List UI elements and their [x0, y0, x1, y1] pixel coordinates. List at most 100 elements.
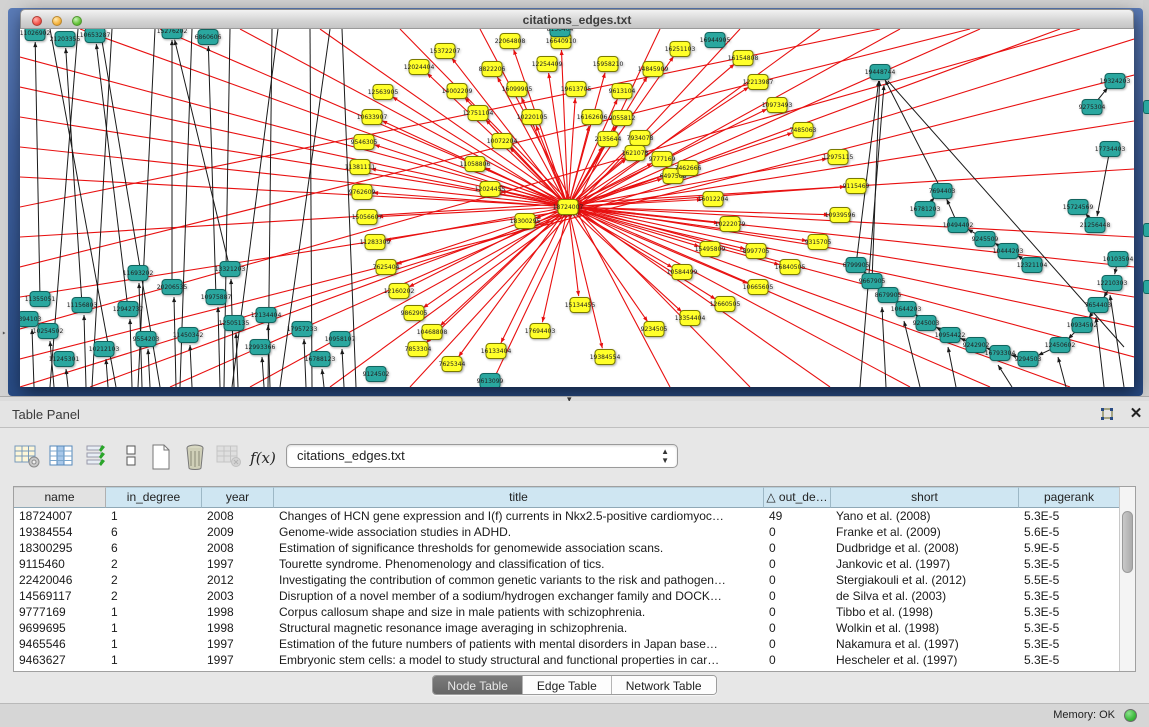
network-view-window[interactable]: citations_edges.txt 18724007125639051063…	[20, 9, 1134, 387]
delete-column-icon[interactable]	[214, 442, 244, 474]
graph-node[interactable]: 14002209	[442, 84, 473, 99]
graph-node[interactable]: 21203355	[50, 32, 81, 47]
table-row[interactable]: 1456911722003Disruption of a novel membe…	[14, 588, 1120, 604]
graph-node[interactable]: 9055812	[609, 111, 636, 126]
graph-node[interactable]: 11156803	[67, 298, 98, 313]
graph-node[interactable]: 22064808	[495, 34, 526, 49]
new-table-icon[interactable]	[146, 442, 176, 474]
column-header-pagerank[interactable]: pagerank	[1019, 487, 1120, 508]
graph-node[interactable]: 12505135	[219, 316, 250, 331]
graph-node[interactable]: 12160202	[384, 284, 415, 299]
graph-node[interactable]: 12024404	[404, 60, 435, 75]
graph-node[interactable]: 15056607	[352, 210, 383, 225]
close-traffic-light[interactable]	[32, 16, 42, 26]
graph-node[interactable]: 15372207	[430, 44, 461, 59]
table-select-combo[interactable]: citations_edges.txt ▲▼	[286, 444, 678, 468]
tab-node-table[interactable]: Node Table	[433, 676, 523, 694]
graph-node[interactable]: 9546305	[351, 135, 378, 150]
table-row[interactable]: 969969511998Structural magnetic resonanc…	[14, 620, 1120, 636]
window-titlebar[interactable]: citations_edges.txt	[20, 9, 1134, 29]
graph-node[interactable]: 11381111	[345, 160, 376, 175]
graph-node[interactable]: 9245003	[913, 316, 940, 331]
graph-node[interactable]: 6860606	[195, 30, 222, 45]
column-header-short[interactable]: short	[831, 487, 1019, 508]
graph-node[interactable]: 9234505	[641, 322, 668, 337]
graph-node[interactable]: 10633907	[357, 110, 388, 125]
table-row[interactable]: 1872400712008Changes of HCN gene express…	[14, 508, 1120, 524]
graph-node[interactable]: 11693202	[123, 266, 154, 281]
graph-node[interactable]: 10934502	[1067, 318, 1098, 333]
graph-node[interactable]: 21256448	[1080, 218, 1111, 233]
graph-node[interactable]: 17694403	[525, 324, 556, 339]
graph-node[interactable]: 11026902	[20, 29, 50, 41]
graph-node[interactable]: 9777169	[649, 152, 676, 167]
float-window-icon[interactable]	[1098, 406, 1116, 424]
graph-node[interactable]: 12254409	[532, 57, 563, 72]
graph-node[interactable]: 11245301	[49, 352, 80, 367]
graph-node[interactable]: 11283309	[360, 235, 391, 250]
graph-node[interactable]: 15724569	[1063, 200, 1094, 215]
graph-node[interactable]: 10975887	[201, 290, 232, 305]
graph-node[interactable]: 16781203	[910, 202, 941, 217]
graph-node[interactable]: 7625344	[439, 357, 466, 372]
graph-node[interactable]: 11450342	[173, 328, 204, 343]
graph-node[interactable]: 9613099	[477, 374, 504, 388]
table-row[interactable]: 977716911998Corpus callosum shape and si…	[14, 604, 1120, 620]
column-header-year[interactable]: year	[202, 487, 274, 508]
graph-node[interactable]: 15958210	[593, 57, 624, 72]
graph-node[interactable]: 12134404	[251, 308, 282, 323]
graph-node[interactable]: 7485063	[790, 123, 817, 138]
graph-node[interactable]: 10958107	[325, 332, 356, 347]
graph-node[interactable]: 12213987	[743, 75, 774, 90]
table-row[interactable]: 911546021997Tourette syndrome. Phenomeno…	[14, 556, 1120, 572]
graph-node[interactable]: 17734403	[1095, 142, 1126, 157]
graph-node[interactable]: 12975115	[823, 150, 854, 165]
graph-node[interactable]: 12210303	[1097, 276, 1128, 291]
graph-node[interactable]: 10222079	[715, 217, 746, 232]
table-row[interactable]: 946362711997Embryonic stem cells: a mode…	[14, 652, 1120, 668]
graph-node[interactable]: 7853304	[405, 342, 432, 357]
zoom-traffic-light[interactable]	[72, 16, 82, 26]
network-canvas[interactable]: 1872400712563905106339079546305113811119…	[20, 29, 1134, 387]
graph-node[interactable]: 13321203	[215, 262, 246, 277]
graph-node[interactable]: 16251103	[665, 42, 696, 57]
graph-node[interactable]: 7654403	[1085, 298, 1112, 313]
column-header-name[interactable]: name	[14, 487, 106, 508]
row-height-icon[interactable]	[116, 442, 146, 474]
graph-node[interactable]: 16133404	[481, 344, 512, 359]
graph-node[interactable]: 16944905	[700, 33, 731, 48]
column-header-indegree[interactable]: in_degree	[106, 487, 202, 508]
graph-node[interactable]: 19384554	[590, 350, 621, 365]
graph-node[interactable]: 10973493	[762, 98, 793, 113]
graph-node[interactable]: 9667905	[859, 274, 886, 289]
graph-node[interactable]: 9862905	[401, 306, 428, 321]
graph-node[interactable]: 8822206	[479, 62, 506, 77]
graph-node[interactable]: 15495809	[695, 242, 726, 257]
table-row[interactable]: 1938455462009Genome-wide association stu…	[14, 524, 1120, 540]
graph-node[interactable]: 9294503	[1015, 352, 1042, 367]
graph-node[interactable]: 10653287	[80, 29, 111, 43]
graph-node[interactable]: 13354404	[675, 311, 706, 326]
table-row[interactable]: 946554611997Estimation of the future num…	[14, 636, 1120, 652]
graph-node[interactable]: 7934078	[627, 131, 654, 146]
graph-node[interactable]: 15276202	[157, 29, 188, 39]
graph-node[interactable]: 12942737	[113, 302, 144, 317]
graph-node[interactable]: 7462666	[675, 161, 702, 176]
graph-node[interactable]: 9762609	[349, 185, 376, 200]
column-header-title[interactable]: title	[274, 487, 764, 508]
graph-node[interactable]: 9115469	[843, 179, 870, 194]
table-options-icon[interactable]	[12, 442, 42, 474]
table-vertical-scrollbar[interactable]	[1119, 487, 1135, 671]
graph-node[interactable]: 9613104	[609, 84, 636, 99]
graph-node[interactable]: 9554203	[133, 332, 160, 347]
scrollbar-thumb[interactable]	[1122, 511, 1133, 573]
tab-edge-table[interactable]: Edge Table	[523, 676, 612, 694]
table-row[interactable]: 1830029562008Estimation of significance …	[14, 540, 1120, 556]
tab-network-table[interactable]: Network Table	[612, 676, 716, 694]
graph-node[interactable]: 1621078	[622, 146, 649, 161]
graph-node[interactable]: 9315705	[805, 235, 832, 250]
select-rows-icon[interactable]	[82, 442, 112, 474]
graph-node[interactable]: 19448744	[865, 65, 896, 80]
graph-node[interactable]: 9275304	[1079, 100, 1106, 115]
minimize-traffic-light[interactable]	[52, 16, 62, 26]
